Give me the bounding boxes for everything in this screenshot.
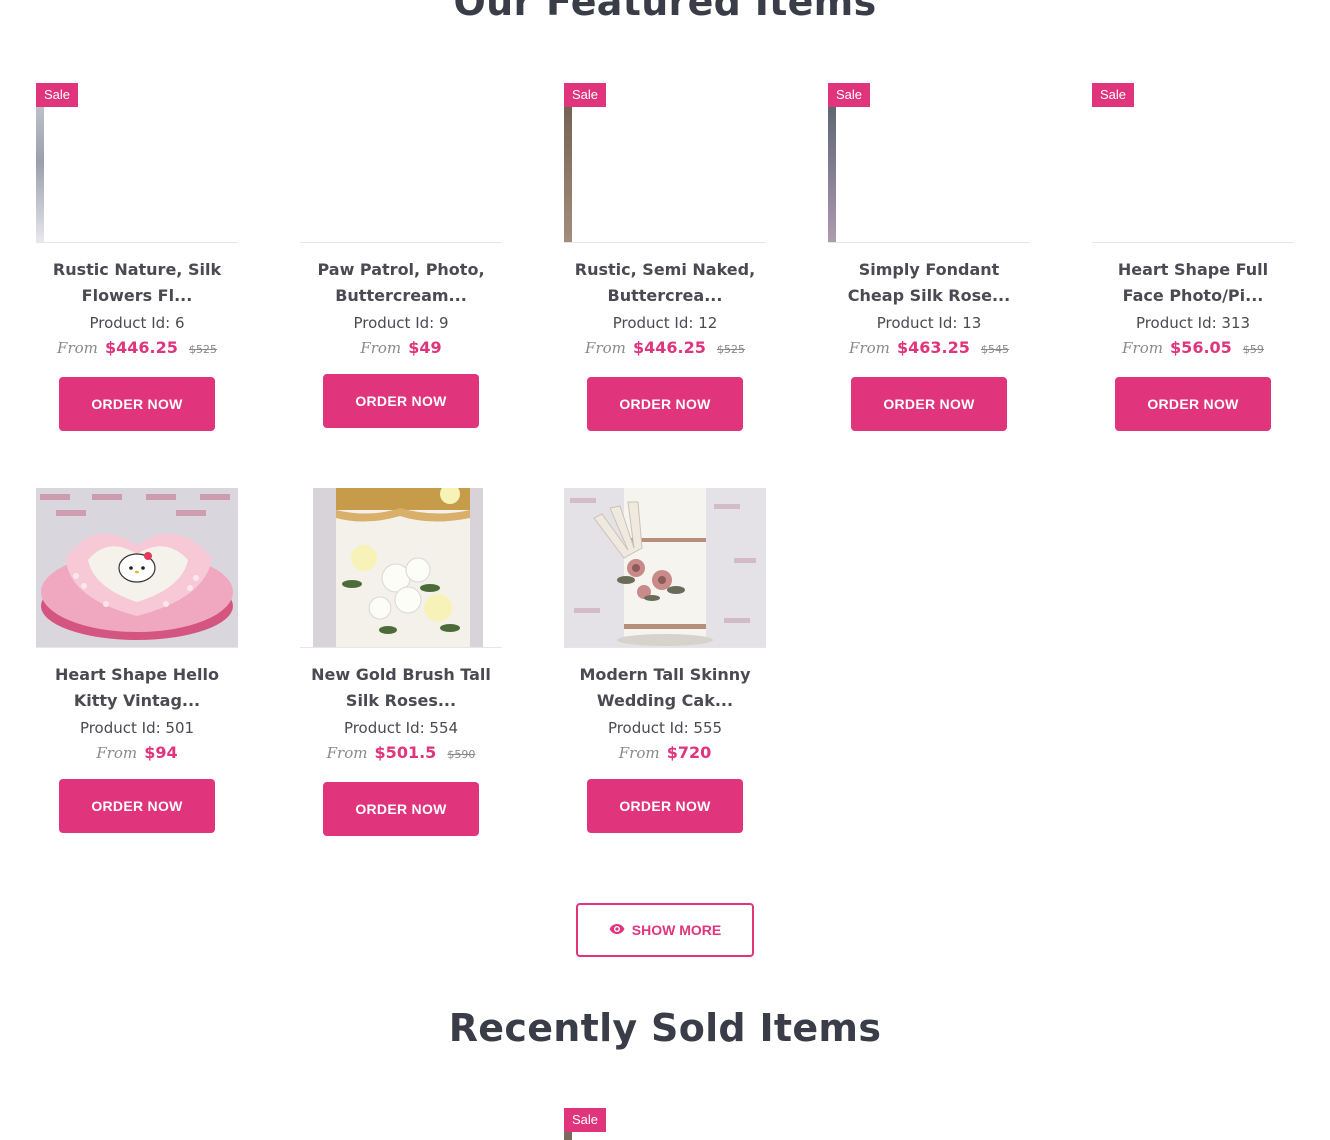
product-price: From $446.25 $525: [564, 337, 766, 361]
product-card[interactable]: Sale Rustic, Semi Naked, Buttercrea... P…: [564, 83, 766, 431]
wedding-cake-image: [564, 488, 766, 647]
order-now-button[interactable]: ORDER NOW: [587, 377, 743, 431]
price-original: $59: [1242, 343, 1264, 356]
price-current: $94: [144, 743, 178, 762]
featured-section-title: Our Featured Items: [453, 0, 877, 24]
price-original: $590: [447, 748, 476, 761]
product-name[interactable]: Rustic Nature, Silk Flowers Fl...: [36, 257, 238, 309]
show-more-label: SHOW MORE: [631, 922, 722, 938]
image-edge: [36, 83, 44, 242]
product-price: From $720: [564, 742, 766, 764]
product-card[interactable]: Paw Patrol, Photo, Buttercream... Produc…: [300, 83, 502, 428]
sale-badge: Sale: [1092, 83, 1135, 107]
product-card[interactable]: Sale Simply Fondant Cheap Silk Rose... P…: [828, 83, 1030, 431]
price-current: $720: [666, 743, 712, 762]
price-from-label: From: [326, 744, 368, 762]
product-card[interactable]: Sale: [564, 1108, 766, 1140]
sale-badge: Sale: [564, 83, 607, 107]
price-from-label: From: [360, 339, 402, 357]
order-now-button[interactable]: ORDER NOW: [59, 779, 215, 833]
product-id: Product Id: 313: [1135, 314, 1251, 332]
product-image[interactable]: Sale: [1092, 83, 1294, 243]
product-card[interactable]: Sale Heart Shape Full Face Photo/Pi... P…: [1092, 83, 1294, 431]
order-now-button[interactable]: ORDER NOW: [851, 377, 1007, 431]
product-image[interactable]: [36, 488, 238, 648]
product-name[interactable]: Heart Shape Full Face Photo/Pi...: [1092, 257, 1294, 309]
product-price: From $94: [36, 742, 238, 764]
price-current: $49: [408, 338, 442, 357]
product-image[interactable]: Sale: [828, 83, 1030, 243]
image-edge: [564, 83, 572, 242]
recent-section-title: Recently Sold Items: [448, 1006, 882, 1050]
order-now-button[interactable]: ORDER NOW: [323, 782, 479, 836]
price-from-label: From: [849, 339, 890, 357]
product-image[interactable]: [300, 488, 502, 648]
product-id: Product Id: 554: [343, 719, 459, 737]
sale-badge: Sale: [36, 83, 79, 107]
product-image[interactable]: [300, 83, 502, 243]
sale-badge: Sale: [564, 1108, 607, 1132]
product-image[interactable]: [564, 488, 766, 648]
hello-kitty-cake-image: [36, 488, 238, 647]
price-current: $446.25: [632, 338, 706, 357]
product-id: Product Id: 9: [353, 314, 449, 332]
order-now-button[interactable]: ORDER NOW: [323, 374, 479, 428]
price-from-label: From: [585, 339, 626, 357]
product-price: From $49: [300, 337, 502, 359]
product-name[interactable]: Simply Fondant Cheap Silk Rose...: [828, 257, 1030, 309]
order-now-button[interactable]: ORDER NOW: [59, 377, 215, 431]
product-name[interactable]: New Gold Brush Tall Silk Roses...: [300, 662, 502, 714]
product-image[interactable]: Sale: [36, 83, 238, 243]
product-price: From $463.25 $545: [828, 337, 1030, 361]
product-id: Product Id: 6: [89, 314, 185, 332]
price-original: $545: [980, 343, 1009, 356]
order-now-button[interactable]: ORDER NOW: [1115, 377, 1271, 431]
price-current: $446.25: [104, 338, 178, 357]
price-from-label: From: [57, 339, 98, 357]
price-current: $463.25: [896, 338, 970, 357]
product-name[interactable]: Paw Patrol, Photo, Buttercream...: [300, 257, 502, 309]
sale-badge: Sale: [828, 83, 871, 107]
price-from-label: From: [96, 744, 138, 762]
product-card[interactable]: Sale Rustic Nature, Silk Flowers Fl... P…: [36, 83, 238, 431]
show-more-button[interactable]: SHOW MORE: [576, 903, 754, 957]
product-id: Product Id: 501: [79, 719, 195, 737]
price-original: $525: [188, 343, 217, 356]
product-id: Product Id: 13: [876, 314, 982, 332]
product-name[interactable]: Modern Tall Skinny Wedding Cak...: [564, 662, 766, 714]
product-card[interactable]: Heart Shape Hello Kitty Vintag... Produc…: [36, 488, 238, 833]
price-from-label: From: [1122, 339, 1163, 357]
product-id: Product Id: 555: [607, 719, 723, 737]
image-edge: [828, 83, 836, 242]
product-name[interactable]: Heart Shape Hello Kitty Vintag...: [36, 662, 238, 714]
product-card[interactable]: Modern Tall Skinny Wedding Cak... Produc…: [564, 488, 766, 833]
eye-icon: [609, 922, 625, 938]
price-current: $56.05: [1170, 338, 1232, 357]
gold-brush-cake-image: [300, 488, 502, 647]
price-current: $501.5: [374, 743, 437, 762]
order-now-button[interactable]: ORDER NOW: [587, 779, 743, 833]
price-from-label: From: [618, 744, 660, 762]
product-image[interactable]: Sale: [564, 83, 766, 243]
product-card[interactable]: New Gold Brush Tall Silk Roses... Produc…: [300, 488, 502, 836]
product-id: Product Id: 12: [612, 314, 718, 332]
product-price: From $446.25 $525: [36, 337, 238, 361]
product-price: From $56.05 $59: [1092, 337, 1294, 361]
product-name[interactable]: Rustic, Semi Naked, Buttercrea...: [564, 257, 766, 309]
price-original: $525: [716, 343, 745, 356]
product-price: From $501.5 $590: [300, 742, 502, 766]
